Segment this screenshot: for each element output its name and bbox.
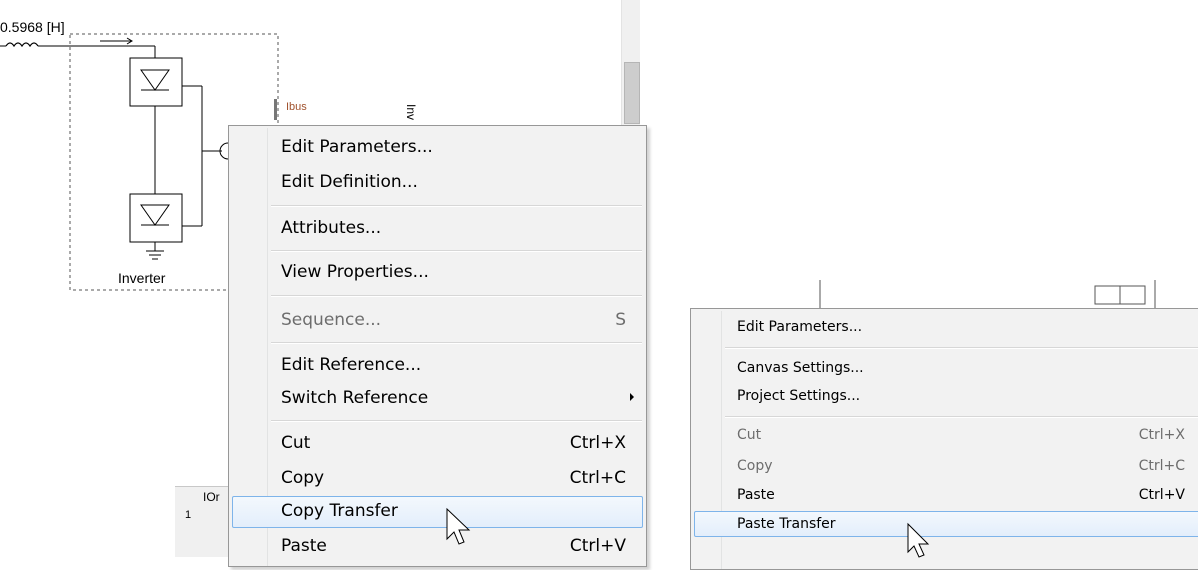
inv-label: Inv	[404, 104, 418, 121]
schematic-fragment	[819, 280, 1156, 308]
menu-separator	[271, 342, 642, 344]
menu-shortcut-copy: Ctrl+C	[1138, 458, 1185, 474]
menu-item-edit-reference[interactable]: Edit Reference...	[281, 355, 421, 375]
menu-separator	[271, 205, 642, 207]
table-row-index: 1	[185, 509, 192, 521]
menu-item-paste-transfer[interactable]: Paste Transfer	[737, 516, 836, 532]
menu-item-canvas-settings[interactable]: Canvas Settings...	[737, 360, 864, 376]
scrollbar-thumb[interactable]	[624, 62, 640, 124]
canvas-context-menu: Edit Parameters... Canvas Settings... Pr…	[690, 308, 1198, 570]
vertical-scrollbar[interactable]	[621, 0, 640, 125]
menu-item-sequence[interactable]: Sequence...	[281, 310, 381, 330]
menu-shortcut-copy: Ctrl+C	[569, 468, 626, 488]
inductor-icon	[0, 37, 155, 48]
menu-item-project-settings[interactable]: Project Settings...	[737, 388, 860, 404]
submenu-arrow-icon	[630, 393, 634, 401]
menu-shortcut-cut: Ctrl+X	[1138, 427, 1185, 443]
inductance-label: 0.5968 [H]	[0, 19, 65, 35]
diode-icon	[129, 57, 183, 107]
data-table-fragment: IOr 1	[175, 486, 235, 557]
menu-item-copy[interactable]: Copy	[737, 458, 773, 474]
menu-shortcut-paste: Ctrl+V	[1138, 487, 1185, 503]
table-header: IOr	[203, 490, 220, 504]
menu-item-paste[interactable]: Paste	[281, 536, 327, 556]
menu-separator	[725, 347, 1198, 349]
mouse-cursor-icon	[446, 507, 471, 545]
menu-item-view-properties[interactable]: View Properties...	[281, 262, 429, 282]
menu-item-switch-reference[interactable]: Switch Reference	[281, 388, 428, 408]
menu-shortcut-cut: Ctrl+X	[569, 433, 626, 453]
menu-separator	[271, 420, 642, 422]
ground-icon	[146, 242, 164, 260]
menu-item-edit-parameters[interactable]: Edit Parameters...	[737, 319, 862, 335]
ibus-label: Ibus	[286, 101, 307, 113]
inverter-label: Inverter	[118, 270, 166, 286]
menu-item-paste[interactable]: Paste	[737, 487, 775, 503]
menu-item-copy-transfer[interactable]: Copy Transfer	[281, 501, 398, 521]
menu-separator	[725, 416, 1198, 418]
menu-item-cut[interactable]: Cut	[737, 427, 761, 443]
menu-item-attributes[interactable]: Attributes...	[281, 218, 381, 238]
menu-separator	[271, 295, 642, 297]
menu-shortcut-sequence: S	[615, 310, 626, 330]
menu-separator	[271, 250, 642, 252]
mouse-cursor-icon	[907, 522, 930, 558]
menu-shortcut-paste: Ctrl+V	[569, 536, 626, 556]
menu-item-copy[interactable]: Copy	[281, 468, 324, 488]
diode-icon	[129, 193, 183, 243]
menu-item-cut[interactable]: Cut	[281, 433, 310, 453]
component-context-menu: Edit Parameters... Edit Definition... At…	[228, 125, 647, 567]
menu-item-edit-definition[interactable]: Edit Definition...	[281, 172, 418, 192]
menu-item-edit-parameters[interactable]: Edit Parameters...	[281, 137, 433, 157]
